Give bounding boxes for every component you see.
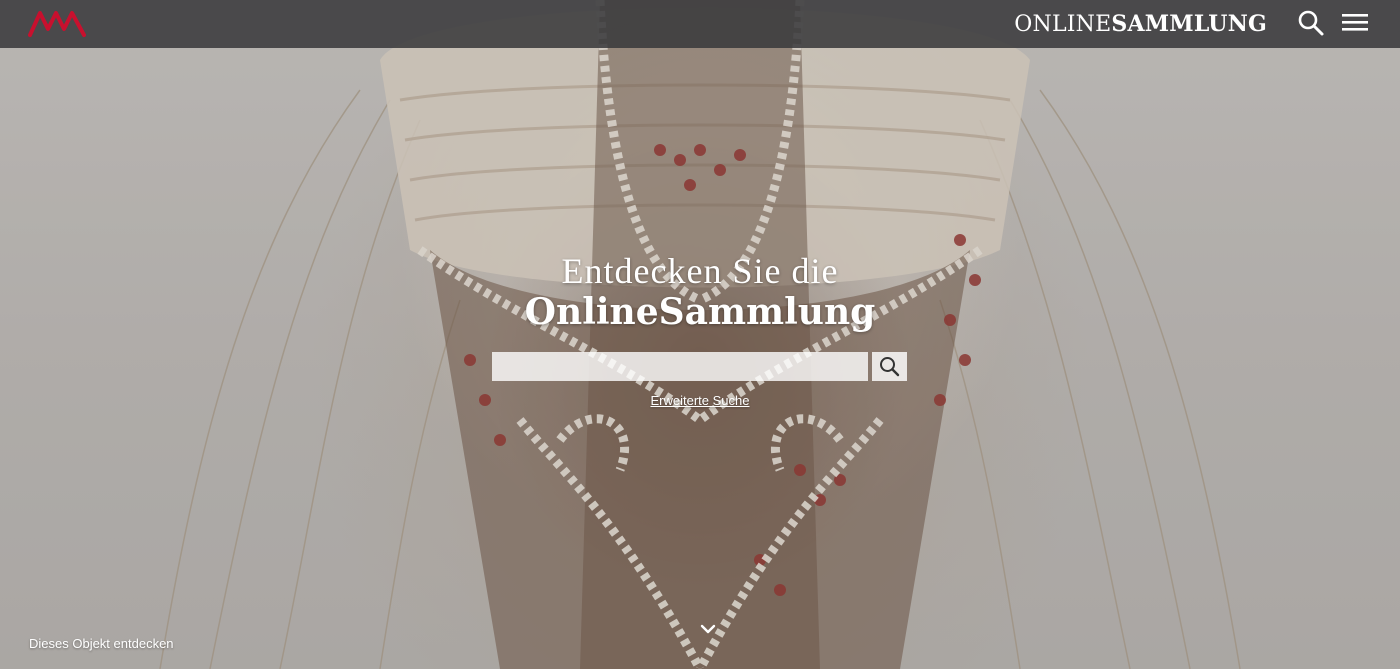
hero-title-line2: OnlineSammlung bbox=[524, 291, 876, 333]
hero-title: Entdecken Sie die OnlineSammlung bbox=[0, 250, 1400, 332]
search-input[interactable] bbox=[492, 352, 868, 381]
chevron-down-icon[interactable] bbox=[698, 622, 718, 636]
museum-logo-icon[interactable] bbox=[28, 7, 86, 39]
logo-mark bbox=[28, 11, 86, 37]
top-navigation-bar: ONLINESAMMLUNG bbox=[0, 0, 1400, 48]
search-icon[interactable] bbox=[1296, 8, 1326, 38]
discover-object-link[interactable]: Dieses Objekt entdecken bbox=[29, 636, 174, 651]
hero-overlay bbox=[0, 0, 1400, 669]
hamburger-menu-graphic bbox=[1342, 14, 1368, 31]
advanced-search-link[interactable]: Erweiterte Suche bbox=[651, 393, 750, 408]
search-icon bbox=[880, 357, 900, 377]
site-brand[interactable]: ONLINESAMMLUNG bbox=[1014, 10, 1267, 39]
search-icon-graphic bbox=[1298, 10, 1324, 36]
brand-light-text: ONLINE bbox=[1014, 12, 1112, 37]
hamburger-menu-icon[interactable] bbox=[1340, 10, 1370, 36]
chevron-down-graphic bbox=[700, 624, 716, 634]
hero-search-form bbox=[492, 352, 907, 381]
search-submit-button[interactable] bbox=[872, 352, 907, 381]
brand-bold-text: SAMMLUNG bbox=[1111, 11, 1267, 37]
advanced-search-container: Erweiterte Suche bbox=[0, 392, 1400, 410]
hero-title-line1: Entdecken Sie die bbox=[561, 251, 839, 291]
page: ONLINESAMMLUNG Entdecken Sie die OnlineS… bbox=[0, 0, 1400, 669]
